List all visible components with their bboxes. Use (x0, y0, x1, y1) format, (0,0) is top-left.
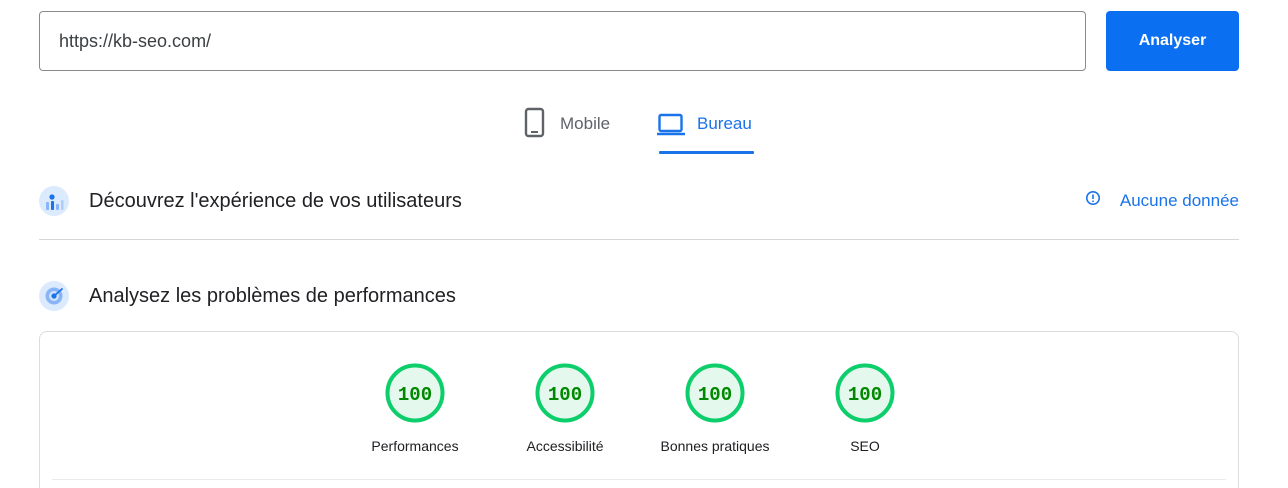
score-ring: 100 (535, 363, 595, 423)
no-data-link[interactable]: Aucune donnée (1085, 190, 1239, 211)
score-value: 100 (398, 384, 432, 406)
users-chart-icon (39, 186, 69, 216)
lab-data-title: Analysez les problèmes de performances (89, 285, 456, 307)
pagespeed-page: Analyser Mobile Bureau D (0, 0, 1288, 488)
card-divider (52, 479, 1226, 480)
section-divider (39, 239, 1239, 240)
score-gauge-performance[interactable]: 100 Performances (345, 362, 485, 454)
score-gauge-seo[interactable]: 100 SEO (795, 362, 935, 454)
tab-desktop[interactable]: Bureau (656, 102, 766, 154)
tab-mobile[interactable]: Mobile (522, 102, 632, 154)
score-value: 100 (548, 384, 582, 406)
smartphone-icon (522, 102, 548, 143)
field-data-title: Découvrez l'expérience de vos utilisateu… (89, 190, 462, 212)
score-gauge-best-practices[interactable]: 100 Bonnes pratiques (645, 362, 785, 454)
tab-desktop-label: Bureau (697, 114, 752, 133)
score-ring: 100 (385, 363, 445, 423)
speed-gauge-icon (39, 281, 69, 311)
scores-card: 100 Performances 100 Accessibilité 100 B… (39, 331, 1239, 488)
score-label: Bonnes pratiques (660, 438, 770, 454)
score-value: 100 (848, 384, 882, 406)
score-label: SEO (850, 438, 880, 454)
score-label: Accessibilité (526, 438, 604, 454)
active-tab-indicator (659, 151, 754, 154)
tab-mobile-label: Mobile (560, 114, 611, 133)
score-label: Performances (371, 438, 459, 454)
score-value: 100 (698, 384, 732, 406)
url-input[interactable] (39, 11, 1086, 71)
score-ring: 100 (685, 363, 745, 423)
laptop-icon (656, 102, 686, 143)
no-data-label: Aucune donnée (1119, 190, 1239, 210)
score-gauge-accessibility[interactable]: 100 Accessibilité (495, 362, 635, 454)
info-icon (1085, 190, 1101, 211)
score-ring: 100 (835, 363, 895, 423)
analyze-button[interactable]: Analyser (1106, 11, 1239, 71)
